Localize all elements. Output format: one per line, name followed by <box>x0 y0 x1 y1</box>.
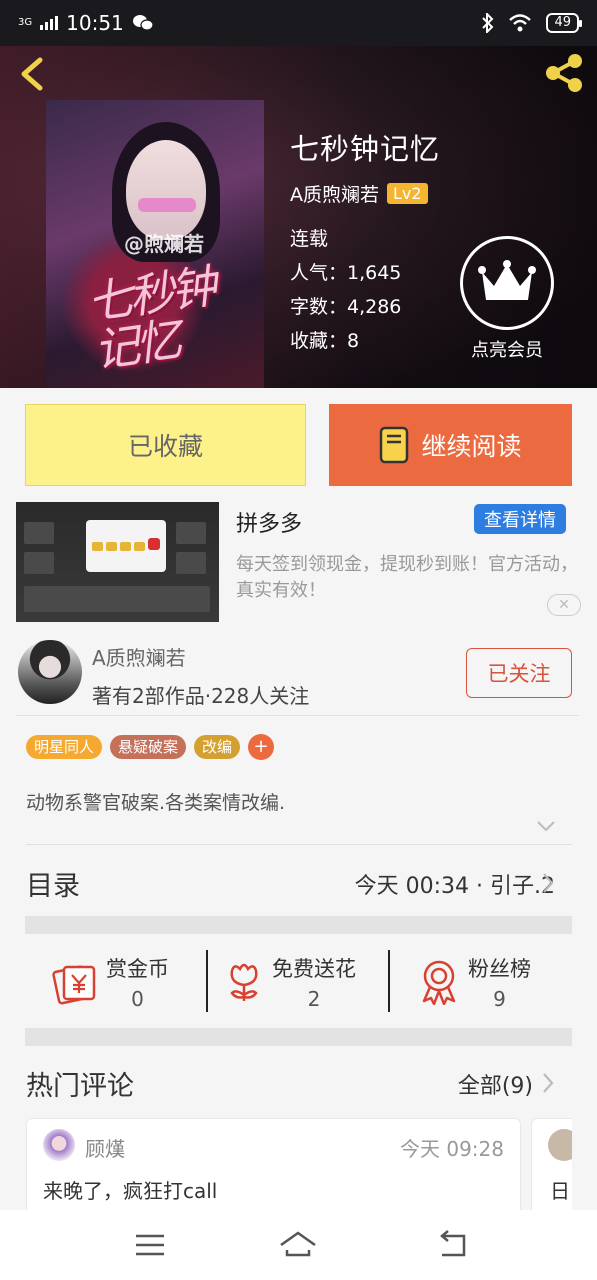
fan-ranking-button[interactable]: 粉丝榜 9 <box>418 950 531 1014</box>
ad-name: 拼多多 <box>236 512 303 537</box>
book-cover[interactable]: @煦斓若 七秒钟记忆 <box>46 100 264 388</box>
wechat-icon <box>132 15 154 31</box>
crown-icon <box>478 260 536 300</box>
book-status: 连载 <box>290 228 329 250</box>
continue-reading-button[interactable]: 继续阅读 <box>329 404 572 486</box>
ad-description: 每天签到领现金，提现秒到账！官方活动，真实有效！ <box>236 554 578 601</box>
hot-comments-label: 热门评论 <box>26 1071 134 1102</box>
commenter-avatar[interactable] <box>548 1129 572 1161</box>
toc-label[interactable]: 目录 <box>26 864 80 903</box>
status-time: 10:51 <box>66 11 124 35</box>
comment-text: 日 <box>550 1179 570 1203</box>
follow-button[interactable]: 已关注 <box>466 648 572 698</box>
cover-watermark: @煦斓若 <box>124 232 204 256</box>
divider <box>26 844 572 845</box>
chevron-right-icon[interactable] <box>542 1072 554 1094</box>
network-type: 3G <box>18 17 33 28</box>
vip-button[interactable]: 点亮会员 <box>460 236 554 362</box>
favorited-button[interactable]: 已收藏 <box>25 404 306 486</box>
tag-list: 明星同人 悬疑破案 改编 + <box>26 734 275 760</box>
author-stats: 著有2部作品·228人关注 <box>92 684 310 708</box>
favorited-label: 已收藏 <box>127 432 203 461</box>
author-name[interactable]: A质煦斓若 <box>92 642 186 671</box>
back-icon[interactable] <box>434 1228 474 1262</box>
section-separator <box>25 1028 572 1046</box>
back-arrow-icon[interactable] <box>14 54 50 94</box>
section-separator <box>25 916 572 934</box>
cover-title-art: 七秒钟记忆 <box>83 259 216 378</box>
status-bar: 3G 10:51 49 <box>0 0 597 46</box>
book-icon <box>380 426 409 464</box>
wifi-icon <box>509 14 532 32</box>
commenter-avatar[interactable] <box>43 1129 75 1161</box>
comment-text: 来晚了，疯狂打call <box>43 1179 218 1203</box>
stat-name: 粉丝榜 <box>468 957 531 981</box>
divider <box>206 950 208 1012</box>
author-avatar[interactable] <box>18 640 82 704</box>
stat-name: 赏金币 <box>106 957 169 981</box>
divider <box>388 950 390 1012</box>
reward-coin-button[interactable]: 赏金币 0 <box>52 950 169 1014</box>
chevron-right-icon[interactable] <box>542 872 554 894</box>
tag-item[interactable]: 悬疑破案 <box>110 735 187 759</box>
comment-card[interactable]: 日 <box>531 1118 572 1218</box>
stat-value: 0 <box>131 987 144 1011</box>
level-badge: Lv2 <box>387 183 428 204</box>
chevron-down-icon[interactable] <box>536 818 556 834</box>
ad-close-icon[interactable]: ✕ <box>547 594 581 616</box>
signal-icon <box>40 16 59 30</box>
continue-reading-label: 继续阅读 <box>421 432 522 461</box>
comment-card[interactable]: 顾熯 今天 09:28 来晚了，疯狂打call <box>26 1118 521 1218</box>
battery-indicator: 49 <box>546 13 582 33</box>
book-header: @煦斓若 七秒钟记忆 七秒钟记忆 A质煦斓若 Lv2 连载 人气：1,645 字… <box>0 46 597 388</box>
comment-time: 今天 09:28 <box>400 1137 504 1161</box>
tag-item[interactable]: 明星同人 <box>26 735 103 759</box>
stat-value: 2 <box>307 987 321 1011</box>
ad-image[interactable] <box>16 502 219 622</box>
stat-name: 免费送花 <box>272 957 356 981</box>
menu-icon[interactable] <box>130 1228 170 1262</box>
tag-item[interactable]: 改编 <box>194 735 241 759</box>
bluetooth-icon <box>482 13 494 33</box>
ad-details-button[interactable]: 查看详情 <box>474 504 566 534</box>
book-favorites: 收藏：8 <box>290 330 360 352</box>
system-nav-bar <box>0 1210 597 1280</box>
vip-label: 点亮会员 <box>471 340 543 361</box>
book-popularity: 人气：1,645 <box>290 262 402 284</box>
book-author: A质煦斓若 <box>290 184 379 206</box>
commenter-name[interactable]: 顾熯 <box>85 1133 125 1162</box>
stat-value: 9 <box>493 987 506 1011</box>
home-icon[interactable] <box>278 1228 318 1262</box>
add-tag-button[interactable]: + <box>248 734 275 760</box>
send-flower-button[interactable]: 免费送花 2 <box>224 950 356 1014</box>
book-word-count: 字数：4,286 <box>290 296 402 318</box>
divider <box>16 715 579 716</box>
medal-icon <box>422 960 456 1005</box>
flower-icon <box>230 963 258 1001</box>
book-description: 动物系警官破案.各类案情改编. <box>26 792 286 814</box>
book-author-row[interactable]: A质煦斓若 Lv2 <box>290 180 428 207</box>
all-comments-link[interactable]: 全部(9) <box>458 1068 533 1100</box>
latest-chapter-info[interactable]: 今天 00:34 · 引子.2 <box>355 868 555 900</box>
reward-coin-icon <box>52 965 96 1005</box>
share-icon[interactable] <box>541 50 587 96</box>
book-title: 七秒钟记忆 <box>290 132 441 166</box>
